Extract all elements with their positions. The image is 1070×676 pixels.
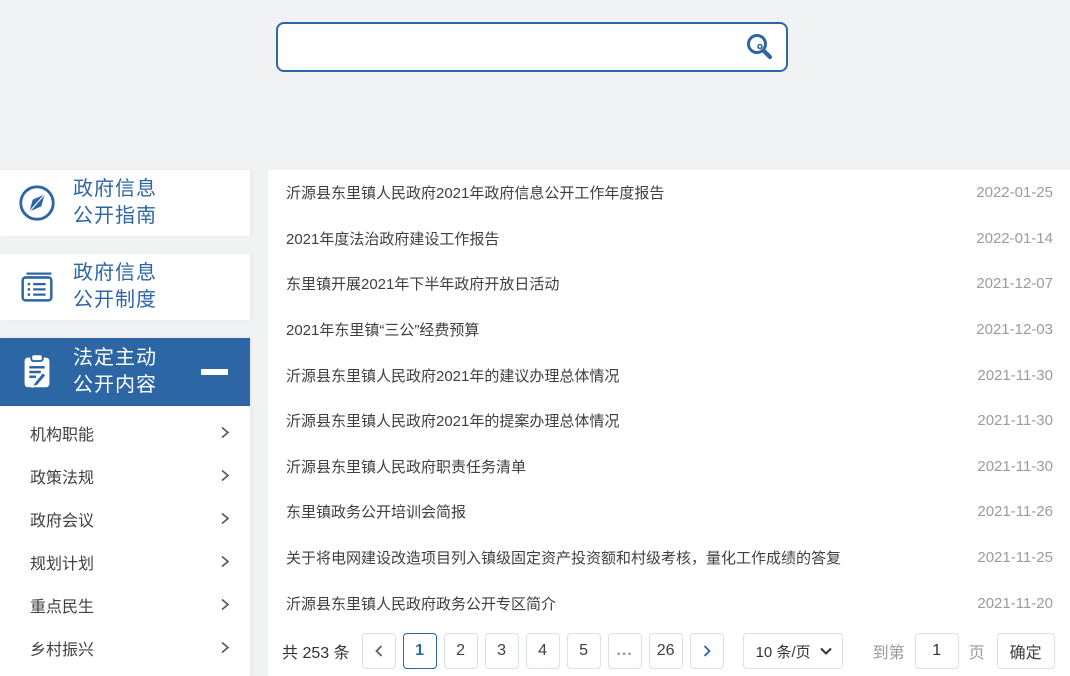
article-date: 2022-01-25 [976,184,1053,201]
sidebar-subitem-planning[interactable]: 规划计划 [0,540,250,583]
page-size-value: 10 条/页 [756,641,811,662]
article-date: 2021-11-30 [977,458,1053,475]
compass-icon [16,182,58,224]
article-row: 沂源县东里镇人民政府2021年的建议办理总体情况 2021-11-30 [268,352,1070,398]
article-link[interactable]: 沂源县东里镇人民政府2021年的提案办理总体情况 [286,410,953,431]
article-row: 东里镇开展2021年下半年政府开放日活动 2021-12-07 [268,261,1070,307]
article-link[interactable]: 东里镇开展2021年下半年政府开放日活动 [286,273,952,294]
article-date: 2021-12-07 [976,275,1053,292]
page-button-26[interactable]: 26 [649,633,683,669]
sidebar-item-disclosure-system[interactable]: 政府信息 公开制度 [0,254,250,320]
search-button[interactable] [732,24,786,70]
sidebar-subitem-key-livelihood[interactable]: 重点民生 [0,583,250,626]
article-row: 2021年东里镇“三公”经费预算 2021-12-03 [268,307,1070,353]
page-button-4[interactable]: 4 [526,633,560,669]
article-row: 沂源县东里镇人民政府2021年政府信息公开工作年度报告 2022-01-25 [268,170,1070,216]
chevron-right-icon [217,468,232,483]
sidebar-subitem-agency-functions[interactable]: 机构职能 [0,411,250,454]
sidebar-item-statutory-disclosure[interactable]: 法定主动 公开内容 [0,338,250,406]
page-button-3[interactable]: 3 [485,633,519,669]
chevron-right-icon [217,597,232,612]
article-row: 沂源县东里镇人民政府政务公开专区简介 2021-11-20 [268,580,1070,626]
article-link[interactable]: 沂源县东里镇人民政府政务公开专区简介 [286,593,953,614]
next-page-button[interactable] [690,633,724,669]
article-row: 东里镇政务公开培训会简报 2021-11-26 [268,489,1070,535]
article-link[interactable]: 沂源县东里镇人民政府2021年政府信息公开工作年度报告 [286,182,952,203]
pagination-bar: 共 253 条 1 2 3 4 5 ... 26 10 条/页 [268,626,1070,676]
more-pages-button[interactable]: ... [608,633,642,669]
sidebar-item-disclosure-guide[interactable]: 政府信息 公开指南 [0,170,250,236]
page-size-select[interactable]: 10 条/页 [743,633,843,669]
article-date: 2021-11-30 [977,412,1053,429]
sidebar-subitem-rural-revitalization[interactable]: 乡村振兴 [0,626,250,669]
subitem-label: 规划计划 [30,550,94,574]
article-row: 关于将电网建设改造项目列入镇级固定资产投资额和村级考核，量化工作成绩的答复 20… [268,535,1070,581]
collapse-minus-icon[interactable] [201,369,228,375]
sidebar: 政府信息 公开指南 政府信息 公开制度 [0,170,250,676]
subitem-label: 政策法规 [30,464,94,488]
chevron-down-icon [820,647,832,655]
article-date: 2022-01-14 [976,230,1053,247]
article-row: 沂源县东里镇人民政府职责任务清单 2021-11-30 [268,444,1070,490]
sidebar-item-label: 法定主动 公开内容 [73,345,157,399]
article-link[interactable]: 沂源县东里镇人民政府2021年的建议办理总体情况 [286,365,953,386]
prev-page-button[interactable] [362,633,396,669]
article-list-panel: 沂源县东里镇人民政府2021年政府信息公开工作年度报告 2022-01-25 2… [268,170,1070,676]
article-link[interactable]: 沂源县东里镇人民政府职责任务清单 [286,456,953,477]
subitem-label: 政府会议 [30,507,94,531]
article-list: 沂源县东里镇人民政府2021年政府信息公开工作年度报告 2022-01-25 2… [268,170,1070,626]
search-icon [743,31,775,63]
sidebar-item-label: 政府信息 公开制度 [73,260,157,314]
goto-page-prefix-label: 到第 [873,639,905,663]
article-date: 2021-12-03 [976,321,1053,338]
article-date: 2021-11-30 [977,367,1053,384]
article-link[interactable]: 2021年东里镇“三公”经费预算 [286,319,952,340]
chevron-right-icon [217,554,232,569]
chevron-left-icon [372,644,386,658]
article-date: 2021-11-26 [977,503,1053,520]
article-date: 2021-11-20 [977,595,1053,612]
chevron-right-icon [217,511,232,526]
article-link[interactable]: 2021年度法治政府建设工作报告 [286,228,952,249]
article-link[interactable]: 东里镇政务公开培训会简报 [286,501,953,522]
sidebar-subitem-government-meetings[interactable]: 政府会议 [0,497,250,540]
sidebar-item-label: 政府信息 公开指南 [73,176,157,230]
total-count-label: 共 253 条 [282,639,350,663]
chevron-right-icon [217,640,232,655]
chevron-right-icon [217,425,232,440]
article-row: 沂源县东里镇人民政府2021年的提案办理总体情况 2021-11-30 [268,398,1070,444]
notebook-icon [16,266,58,308]
subitem-label: 重点民生 [30,593,94,617]
goto-page-suffix-label: 页 [969,639,985,663]
article-link[interactable]: 关于将电网建设改造项目列入镇级固定资产投资额和村级考核，量化工作成绩的答复 [286,547,953,568]
page-button-5[interactable]: 5 [567,633,601,669]
sidebar-submenu: 机构职能 政策法规 政府会议 规划计划 [0,406,250,676]
government-info-disclosure-page: 政府信息 公开指南 政府信息 公开制度 [0,0,1070,676]
article-row: 2021年度法治政府建设工作报告 2022-01-14 [268,216,1070,262]
chevron-right-icon [700,644,714,658]
page-button-2[interactable]: 2 [444,633,478,669]
search-box [276,22,788,72]
clipboard-pencil-icon [16,351,58,393]
search-input[interactable] [278,24,732,70]
sidebar-subitem-policies-regulations[interactable]: 政策法规 [0,454,250,497]
confirm-button[interactable]: 确定 [997,633,1055,669]
subitem-label: 乡村振兴 [30,636,94,660]
goto-page-input[interactable] [915,633,959,669]
article-date: 2021-11-25 [977,549,1053,566]
page-button-1[interactable]: 1 [403,633,437,669]
subitem-label: 机构职能 [30,421,94,445]
